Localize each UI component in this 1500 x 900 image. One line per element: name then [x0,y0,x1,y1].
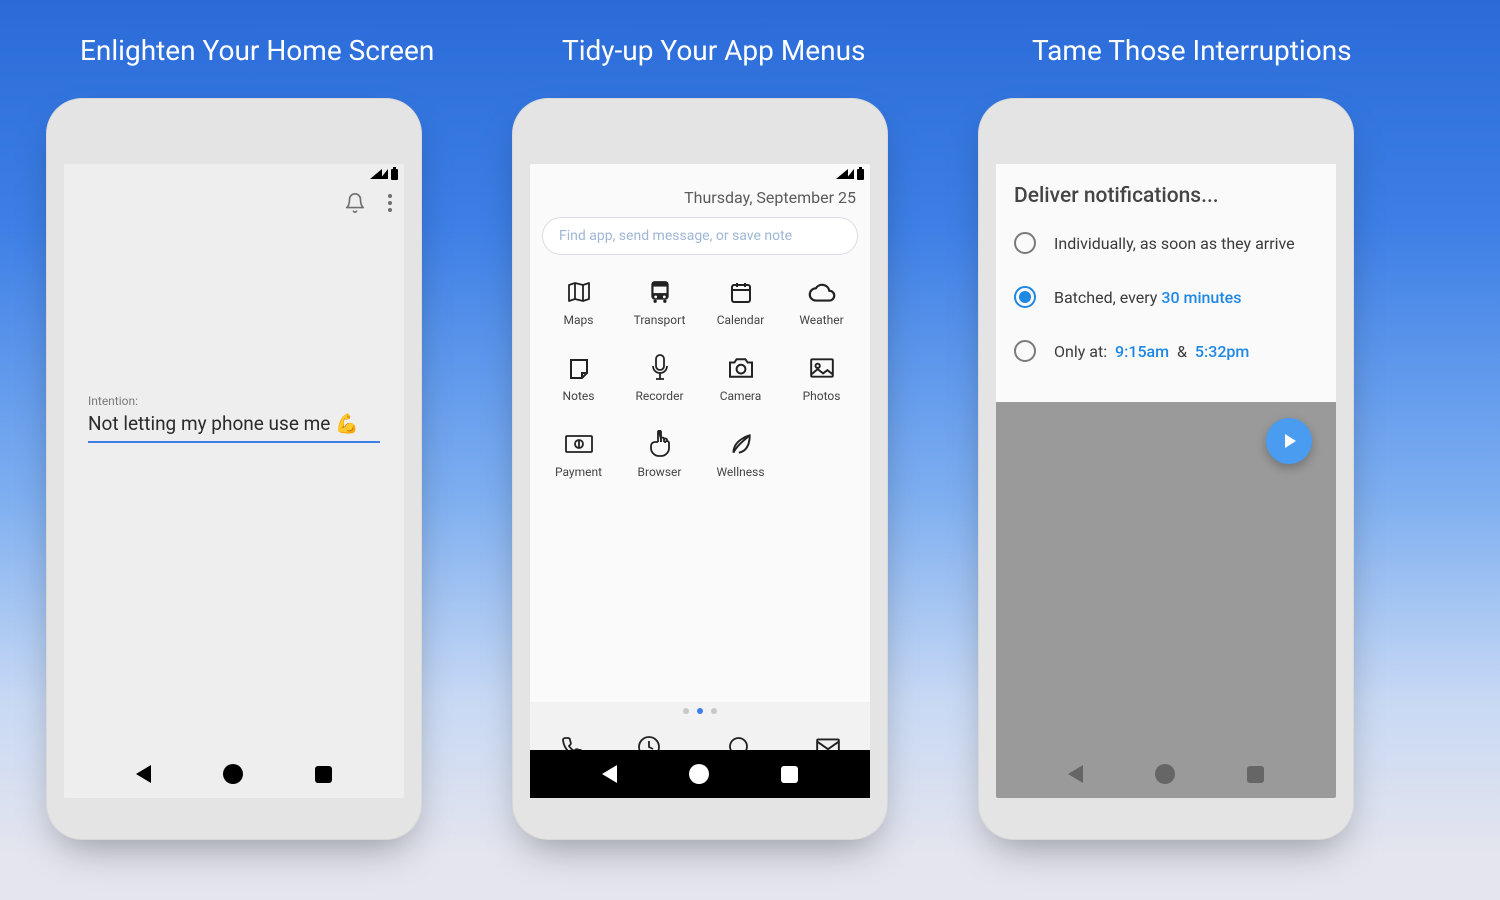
option-label: Batched, every 30 minutes [1054,288,1241,307]
tile-label: Wellness [716,465,764,479]
tile-label: Weather [799,313,843,327]
overflow-menu-icon[interactable] [388,194,392,212]
tile-label: Photos [803,389,841,403]
tile-transport[interactable]: Transport [619,277,700,327]
tile-wellness[interactable]: Wellness [700,429,781,479]
tile-calendar[interactable]: Calendar [700,277,781,327]
app-grid: Maps Transport Calendar Weather Notes [530,269,870,702]
tile-label: Notes [563,389,595,403]
map-icon [564,277,594,307]
tile-payment[interactable]: Payment [538,429,619,479]
leaf-icon [726,429,756,459]
time-2[interactable]: 5:32pm [1195,342,1249,361]
nav-recent-icon[interactable] [1247,766,1264,783]
tile-label: Browser [638,465,682,479]
batched-interval[interactable]: 30 minutes [1161,288,1241,307]
money-icon [564,429,594,459]
time-1[interactable]: 9:15am [1115,342,1169,361]
status-bar [530,164,870,182]
bus-icon [645,277,675,307]
panel-title: Deliver notifications... [1014,184,1318,208]
nav-home-icon[interactable] [1155,764,1175,784]
cloud-icon [807,277,837,307]
calendar-icon [726,277,756,307]
nav-recent-icon[interactable] [315,766,332,783]
caption-1: Enlighten Your Home Screen [80,34,434,67]
tile-label: Calendar [717,313,765,327]
radio-selected-icon [1014,286,1036,308]
nav-recent-icon[interactable] [781,766,798,783]
tile-label: Camera [720,389,762,403]
option-onlyat[interactable]: Only at: 9:15am & 5:32pm [1014,340,1318,362]
option-label: Individually, as soon as they arrive [1054,234,1295,253]
image-icon [807,353,837,383]
nav-home-icon[interactable] [223,764,243,784]
note-icon [564,353,594,383]
intention-input[interactable]: Not letting my phone use me 💪 [88,412,380,443]
option-label: Only at: 9:15am & 5:32pm [1054,342,1249,361]
tile-photos[interactable]: Photos [781,353,862,403]
tile-recorder[interactable]: Recorder [619,353,700,403]
tile-notes[interactable]: Notes [538,353,619,403]
android-nav [64,750,404,798]
radio-icon [1014,232,1036,254]
tile-weather[interactable]: Weather [781,277,862,327]
option-individual[interactable]: Individually, as soon as they arrive [1014,232,1318,254]
phone-mock-notifications: Deliver notifications... Individually, a… [978,98,1354,840]
pointer-icon [645,429,675,459]
caption-2: Tidy-up Your App Menus [562,34,865,67]
radio-icon [1014,340,1036,362]
phone-mock-home: Intention: Not letting my phone use me 💪 [46,98,422,840]
android-nav [530,750,870,798]
mic-icon [645,353,675,383]
tile-label: Recorder [635,389,683,403]
bell-icon[interactable] [344,192,366,214]
nav-home-icon[interactable] [689,764,709,784]
phone-mock-menu: Thursday, September 25 Find app, send me… [512,98,888,840]
nav-back-icon[interactable] [602,765,617,783]
tile-maps[interactable]: Maps [538,277,619,327]
tile-label: Transport [634,313,686,327]
status-bar [64,164,404,182]
nav-back-icon[interactable] [1068,765,1083,783]
tile-camera[interactable]: Camera [700,353,781,403]
tile-label: Payment [555,465,602,479]
search-input[interactable]: Find app, send message, or save note [542,217,858,255]
android-nav [996,750,1336,798]
date-label: Thursday, September 25 [530,182,870,217]
play-fab[interactable] [1266,418,1312,464]
tile-browser[interactable]: Browser [619,429,700,479]
camera-icon [726,353,756,383]
page-indicator [530,702,870,720]
tile-label: Maps [564,313,594,327]
nav-back-icon[interactable] [136,765,151,783]
intention-label: Intention: [88,394,380,408]
caption-3: Tame Those Interruptions [1032,34,1352,67]
option-batched[interactable]: Batched, every 30 minutes [1014,286,1318,308]
